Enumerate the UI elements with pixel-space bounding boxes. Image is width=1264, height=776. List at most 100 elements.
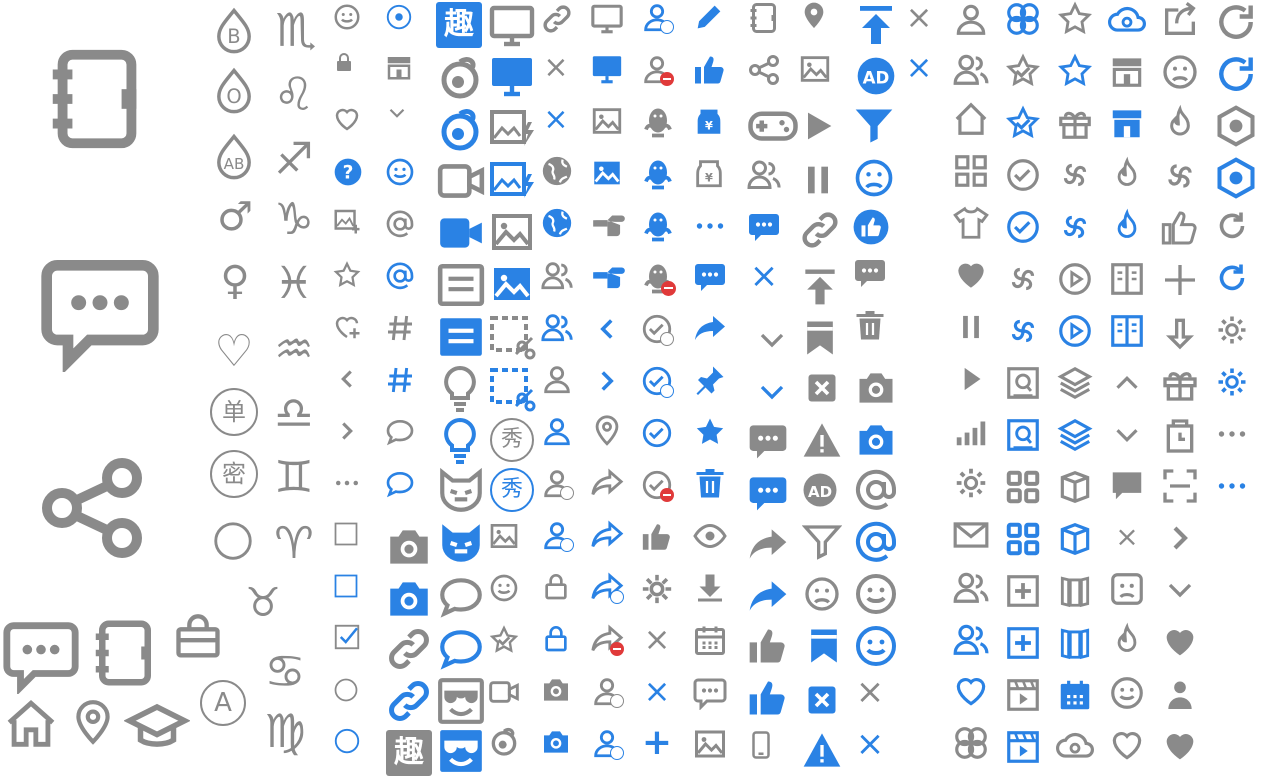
notebook-icon[interactable] <box>38 40 156 158</box>
pisces-icon[interactable]: ♓ <box>266 256 322 312</box>
sad-box-icon[interactable] <box>1108 570 1146 608</box>
two-column-blue-icon[interactable] <box>1108 312 1146 350</box>
upload-top-icon[interactable] <box>798 264 842 308</box>
upload-top-blue-icon[interactable] <box>852 0 900 48</box>
point-right-icon[interactable] <box>590 206 628 244</box>
at-large-blue-icon[interactable] <box>852 518 900 566</box>
chevron-right-blue-icon[interactable] <box>590 364 624 398</box>
picture-blue-icon[interactable] <box>590 156 624 190</box>
layers-icon[interactable] <box>1056 364 1094 402</box>
smile-large-icon[interactable] <box>852 570 900 618</box>
bulb-blue-icon[interactable] <box>436 416 484 464</box>
sync-blue-icon[interactable] <box>1214 260 1250 296</box>
smile-blue-icon[interactable] <box>384 156 416 188</box>
crop-scissors-blue-icon[interactable] <box>488 364 536 412</box>
qu-box-icon[interactable]: 趣 <box>386 730 432 776</box>
thumb-circle-blue-icon[interactable] <box>852 208 890 246</box>
smile-icon[interactable] <box>332 2 362 32</box>
chevron-down-blue-icon[interactable] <box>752 372 792 412</box>
user-blue-icon[interactable] <box>540 414 574 448</box>
bookmark-blue-icon[interactable] <box>802 624 846 668</box>
plus-light-icon[interactable] <box>1160 260 1200 300</box>
lock-outline-blue-icon[interactable] <box>540 622 572 654</box>
video-icon[interactable] <box>436 156 486 206</box>
hash-blue-icon[interactable] <box>384 364 416 396</box>
star-check-blue-icon[interactable] <box>1004 104 1042 142</box>
star-outline-icon[interactable] <box>1056 0 1094 38</box>
camera-icon[interactable] <box>384 522 434 572</box>
hash-icon[interactable] <box>384 312 416 344</box>
star-sparkle-icon[interactable] <box>488 624 520 656</box>
thumb-outline-icon[interactable] <box>1160 208 1200 248</box>
thumb-up-icon[interactable] <box>640 520 674 554</box>
penguin-icon[interactable] <box>640 104 676 140</box>
trash-blue-icon[interactable] <box>692 466 728 502</box>
clock-box-icon[interactable] <box>1160 416 1200 456</box>
close-light-icon[interactable]: × <box>1108 518 1146 556</box>
funnel-blue-icon[interactable] <box>852 104 896 148</box>
bubble-icon[interactable] <box>384 416 416 448</box>
monitor-icon[interactable] <box>488 2 536 50</box>
heart-icon[interactable] <box>332 104 362 134</box>
video-small-icon[interactable] <box>488 676 520 708</box>
chevron-down-small-icon[interactable] <box>384 100 410 126</box>
refresh-blue-icon[interactable] <box>1214 52 1258 96</box>
close-box-blue-icon[interactable] <box>804 682 840 718</box>
chevron-down-icon[interactable] <box>752 320 792 360</box>
cloud-swirl-blue-icon[interactable] <box>1108 0 1146 38</box>
gift-icon[interactable] <box>1056 104 1094 142</box>
image-bolt-blue-icon[interactable] <box>488 156 536 204</box>
user-badge-blue-icon[interactable] <box>540 518 574 552</box>
link-icon[interactable] <box>540 2 574 36</box>
sagittarius-icon[interactable]: ♐ <box>266 132 322 188</box>
leo-icon[interactable]: ♌ <box>266 66 322 122</box>
chevron-down-light-icon[interactable] <box>1160 570 1200 610</box>
gemini-icon[interactable]: ♊ <box>266 450 322 506</box>
ad-circle-blue-icon[interactable]: AD <box>856 56 896 96</box>
chat-small-blue-icon[interactable] <box>746 208 782 244</box>
smile-light-icon[interactable] <box>1108 674 1146 712</box>
bird-blue-icon[interactable] <box>1108 208 1146 246</box>
share-box-icon[interactable] <box>1160 0 1200 40</box>
clock-check-blue-icon[interactable] <box>640 416 674 450</box>
chevron-right-icon[interactable] <box>332 416 362 446</box>
share-icon[interactable] <box>32 448 152 568</box>
chevron-left-blue-icon[interactable] <box>590 312 624 346</box>
cat-icon[interactable] <box>436 466 486 516</box>
hex-dot-blue-icon[interactable] <box>1214 156 1258 200</box>
avatar-icon[interactable] <box>590 674 624 708</box>
star-icon[interactable] <box>332 260 362 290</box>
bookmark-icon[interactable] <box>798 316 842 360</box>
lock-outline-icon[interactable] <box>540 570 572 602</box>
eye-icon[interactable] <box>692 518 728 554</box>
qu-box-blue-icon[interactable]: 趣 <box>436 2 482 48</box>
heart-tiny-icon[interactable] <box>1160 726 1200 766</box>
clover-blue-icon[interactable] <box>1004 0 1042 38</box>
virgo-icon[interactable]: ♍ <box>254 700 316 762</box>
gear-outline-icon[interactable] <box>952 464 990 502</box>
radio-off-icon[interactable] <box>332 676 360 704</box>
sync-icon[interactable] <box>1214 208 1250 244</box>
trash-icon[interactable] <box>852 308 888 344</box>
thumb-large-blue-icon[interactable] <box>746 676 790 720</box>
bubble-large-blue-icon[interactable] <box>436 624 486 674</box>
pinwheel-blue-icon[interactable] <box>1004 312 1042 350</box>
yen-jar-blue-icon[interactable]: ¥ <box>692 104 726 138</box>
drop-icon[interactable] <box>1160 104 1200 144</box>
play-icon[interactable] <box>798 106 838 146</box>
notebook-small-icon[interactable] <box>86 614 164 692</box>
users-blue-icon[interactable] <box>540 310 574 344</box>
point-right-blue-icon[interactable] <box>590 258 628 296</box>
share-arrow-fill-blue-icon[interactable] <box>692 310 728 346</box>
radio-on-icon[interactable] <box>384 2 414 32</box>
avatar-blue-icon[interactable] <box>590 726 624 760</box>
settings-icon[interactable] <box>1214 312 1250 348</box>
book-stack-blue-icon[interactable] <box>1056 624 1094 662</box>
star-fill-blue-icon[interactable] <box>692 414 728 450</box>
arrow-down-outline-icon[interactable] <box>1160 312 1200 352</box>
chat-dots-icon[interactable] <box>692 674 728 710</box>
close-small-blue-icon[interactable]: × <box>640 674 674 708</box>
shirt-icon[interactable] <box>952 204 990 242</box>
link-large-icon[interactable] <box>384 624 434 674</box>
image-small-icon[interactable] <box>488 520 520 552</box>
